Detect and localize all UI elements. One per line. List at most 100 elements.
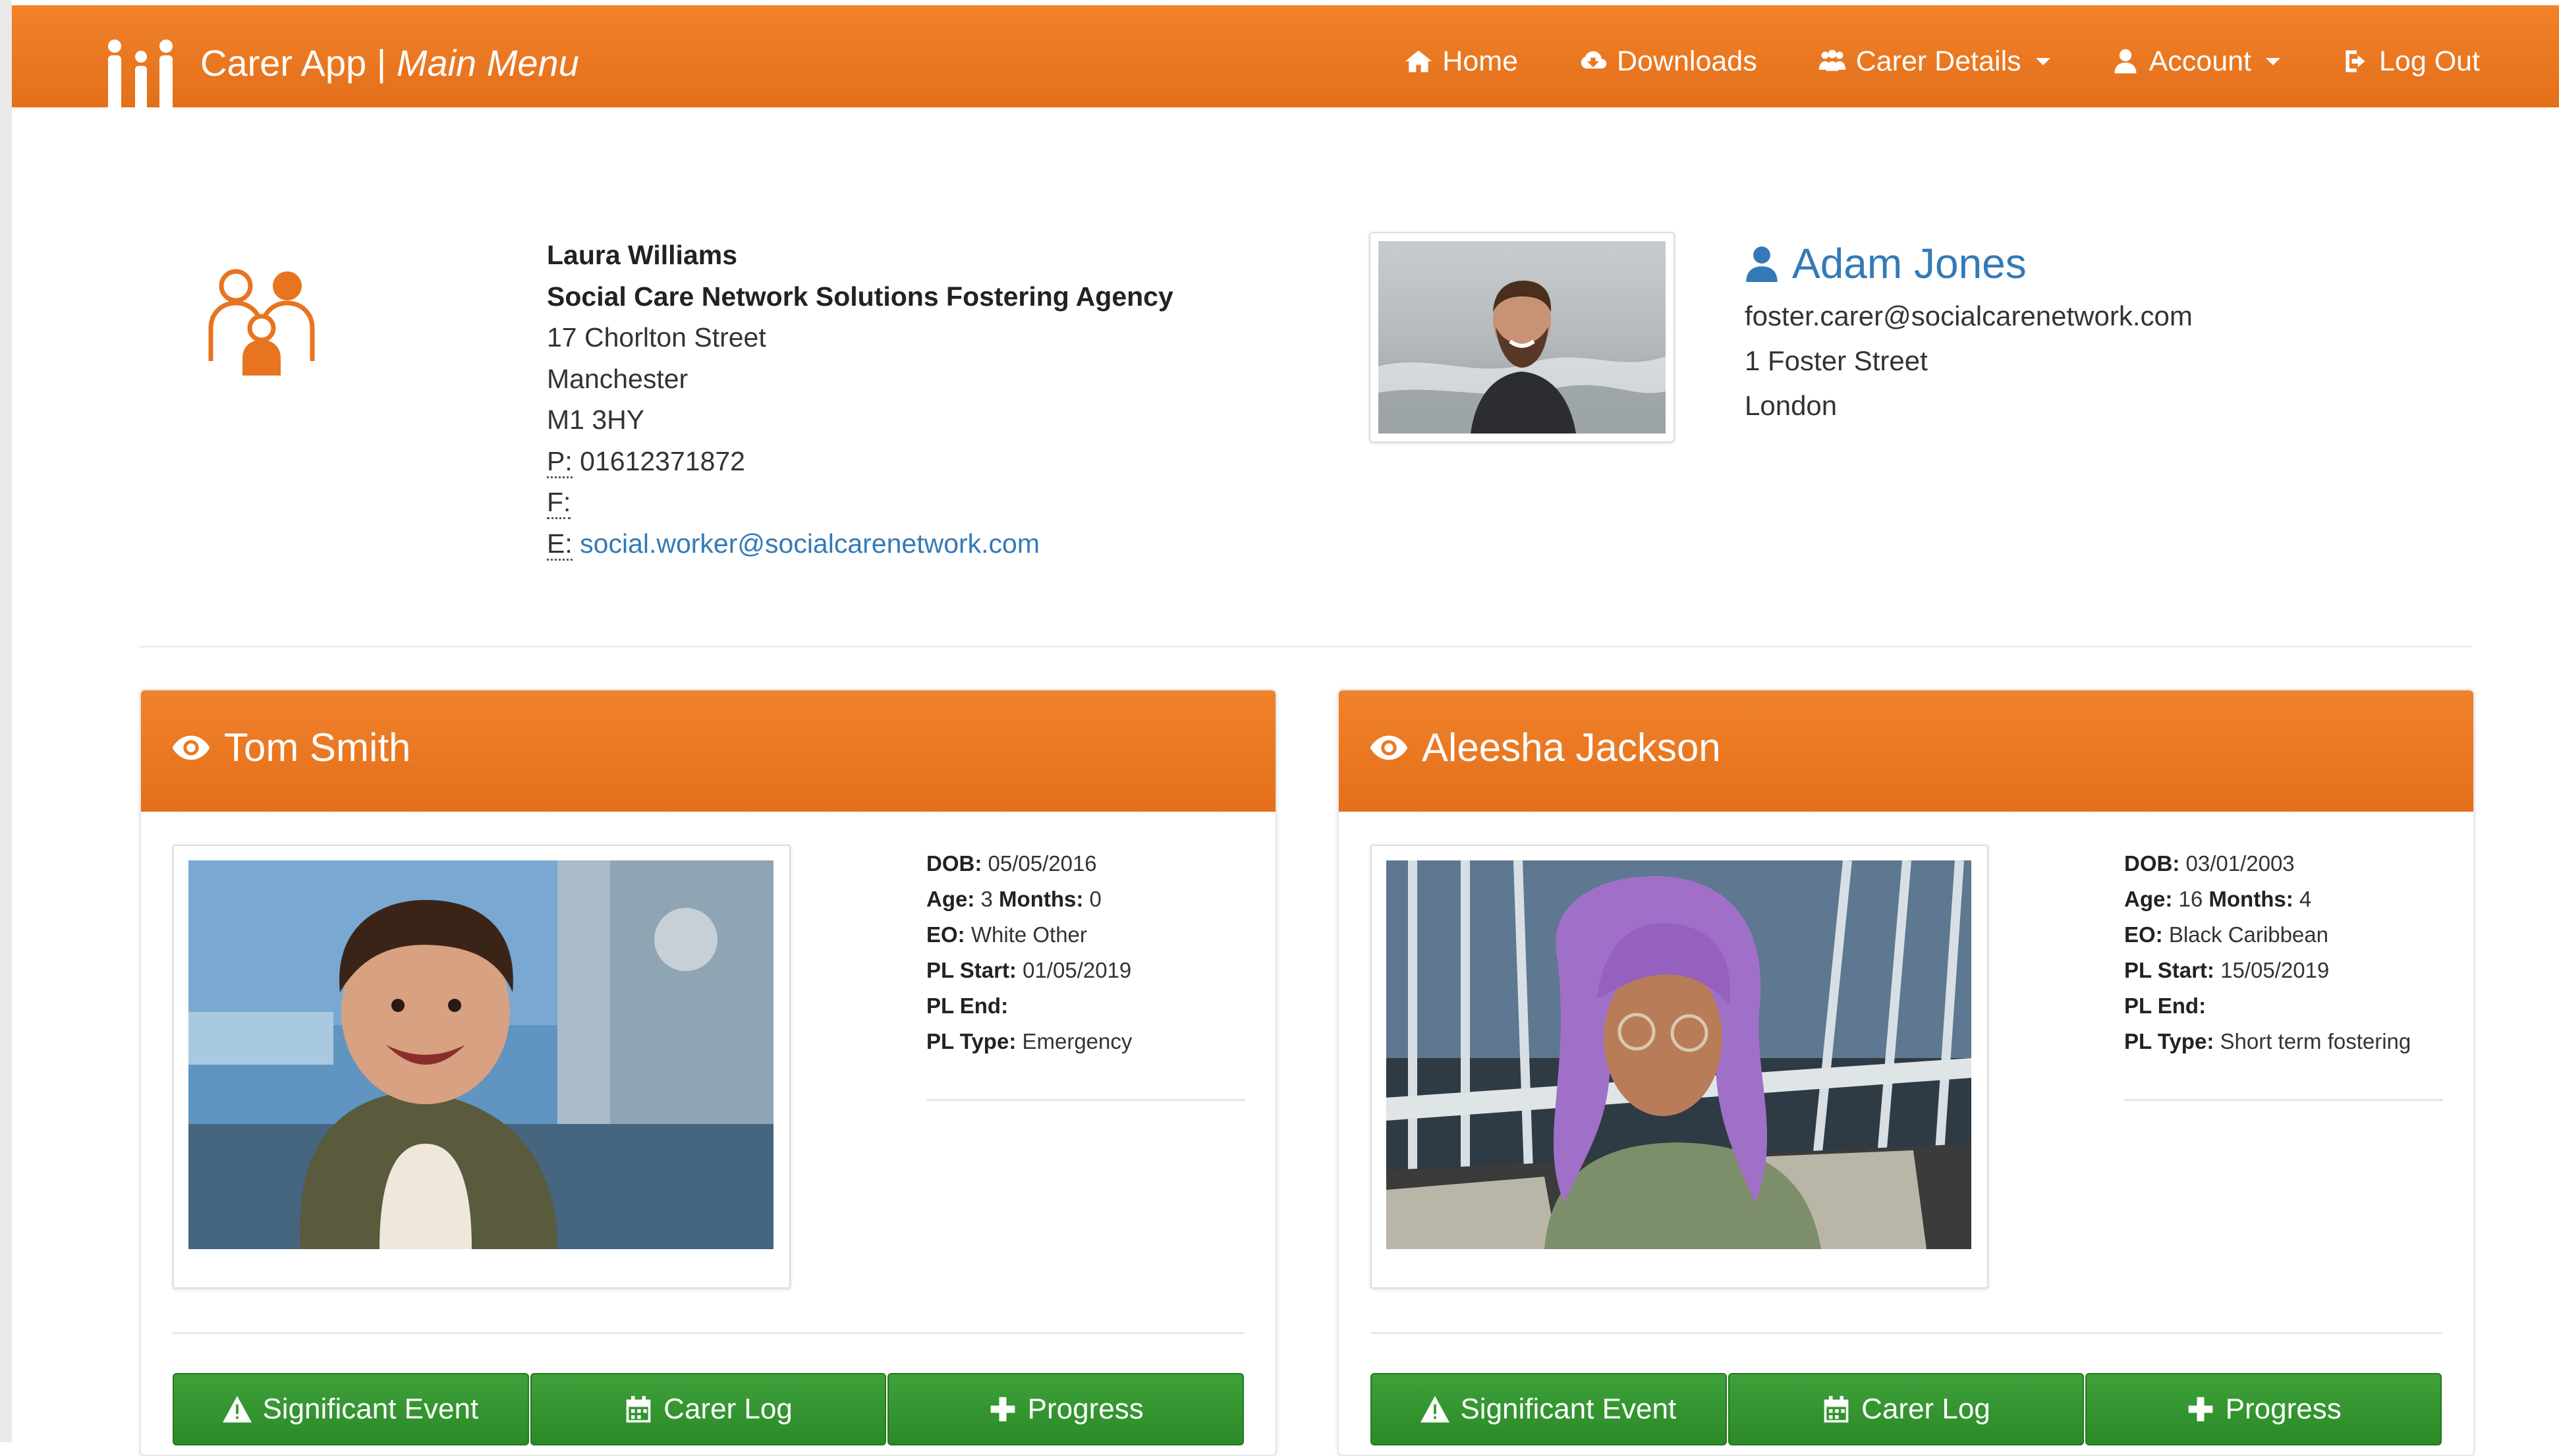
pl-start-value: 01/05/2019 [1023,958,1132,982]
plus-icon [990,1397,1015,1422]
pl-start-row: PL Start: 15/05/2019 [2124,953,2411,988]
child-name: Aleesha Jackson [1422,725,1721,770]
nav-logout-label: Log Out [2379,45,2480,77]
carer-photo-image [1378,241,1666,434]
pl-type-value: Emergency [1022,1029,1133,1053]
age-value: 16 [2178,887,2203,911]
significant-event-button[interactable]: Significant Event [1370,1373,1727,1445]
nav-logout[interactable]: Log Out [2341,45,2480,78]
child-panel: Aleesha Jackson DOB: 03/01/2003 Age: 16 … [1337,689,2475,1456]
agency-family-logo-icon [208,269,315,376]
social-worker-contact: Laura Williams Social Care Network Solut… [547,235,1173,564]
pl-type-row: PL Type: Short term fostering [2124,1024,2411,1059]
eo-value: White Other [970,922,1087,947]
pl-end-row: PL End: [926,988,1132,1024]
pl-start-row: PL Start: 01/05/2019 [926,953,1132,988]
nav-downloads-label: Downloads [1616,45,1757,77]
age-row: Age: 16 Months: 4 [2124,882,2411,917]
users-icon [1818,49,1845,71]
details-divider [926,1099,1245,1101]
section-divider [140,646,2472,648]
nav-home[interactable]: Home [1404,45,1518,78]
app-brand[interactable]: Carer App | Main Menu [200,38,579,88]
carer-name-row[interactable]: Adam Jones [1745,237,2193,290]
child-view-link[interactable]: Tom Smith [171,725,410,770]
logout-icon [2346,50,2365,72]
nav-menu: Home Downloads Carer Details Account Log… [1404,38,2480,84]
nav-account-dropdown[interactable]: Account [2111,45,2280,78]
child-details: DOB: 05/05/2016 Age: 3 Months: 0 EO: Whi… [926,846,1132,1059]
child-name: Tom Smith [224,725,411,770]
child-photo-image [1386,860,1971,1249]
panel-divider [1370,1332,2442,1334]
child-view-link[interactable]: Aleesha Jackson [1369,725,1721,770]
carer-log-label: Carer Log [1861,1393,1990,1425]
carer-info: Adam Jones foster.carer@socialcarenetwor… [1745,237,2193,428]
significant-event-button[interactable]: Significant Event [173,1373,529,1445]
months-label: Months: [2208,887,2293,911]
carer-street: 1 Foster Street [1745,345,1928,376]
page-subtitle: Main Menu [396,42,579,84]
carer-photo [1369,232,1675,443]
carer-email: foster.carer@socialcarenetwork.com [1745,300,2193,331]
email-label: E: [547,528,573,561]
nav-carer-details-label: Carer Details [1855,45,2021,77]
pl-type-label: PL Type: [2124,1029,2214,1053]
months-label: Months: [999,887,1084,911]
top-navbar: Carer App | Main Menu Home Downloads Car… [12,5,2559,111]
window-edge [0,0,12,1442]
agency-phone: 01612371872 [580,445,745,476]
progress-label: Progress [1027,1393,1144,1425]
agency-fax-row: F: [547,482,1173,523]
home-icon [1405,50,1432,72]
pl-end-row: PL End: [2124,988,2411,1024]
age-label: Age: [926,887,975,911]
pl-type-value: Short term fostering [2220,1029,2411,1053]
nav-carer-details-dropdown[interactable]: Carer Details [1818,45,2050,78]
eye-icon [172,735,210,760]
agency-email-link[interactable]: social.worker@socialcarenetwork.com [580,528,1040,559]
pl-start-value: 15/05/2019 [2220,958,2330,982]
significant-event-label: Significant Event [1460,1393,1677,1425]
eo-label: EO: [2124,922,2163,947]
child-action-buttons: Significant Event Carer Log Progress [173,1373,1245,1445]
carer-log-button[interactable]: Carer Log [530,1373,887,1445]
dob-row: DOB: 05/05/2016 [926,846,1132,882]
agency-email-row: E: social.worker@socialcarenetwork.com [547,523,1173,565]
child-panel: Tom Smith DOB: 05/05/2016 Age: 3 Months:… [140,689,1277,1456]
agency-phone-row: P: 01612371872 [547,441,1173,482]
details-divider [2124,1099,2443,1101]
eye-icon [1370,735,1408,760]
dob-value: 05/05/2016 [988,851,1097,876]
progress-button[interactable]: Progress [887,1373,1245,1445]
warning-icon [1420,1395,1450,1423]
nav-downloads[interactable]: Downloads [1579,45,1757,78]
eo-label: EO: [926,922,965,947]
nav-account-label: Account [2149,45,2251,77]
child-action-buttons: Significant Event Carer Log Progress [1370,1373,2442,1445]
eo-row: EO: Black Caribbean [2124,917,2411,953]
panel-divider [173,1332,1244,1334]
family-logo-icon[interactable] [104,38,177,111]
child-panel-header: Tom Smith [141,690,1276,812]
carer-city: London [1745,390,1838,421]
eo-value: Black Caribbean [2168,922,2328,947]
calendar-icon [626,1395,651,1423]
child-panel-header: Aleesha Jackson [1339,690,2473,812]
plus-icon [2188,1397,2212,1422]
pl-start-label: PL Start: [926,958,1017,982]
carer-log-label: Carer Log [663,1393,793,1425]
title-separator: | [376,42,387,84]
dob-label: DOB: [2124,851,2180,876]
age-label: Age: [2124,887,2173,911]
pl-end-label: PL End: [926,994,1009,1018]
app-title: Carer App [200,42,367,84]
carer-log-button[interactable]: Carer Log [1728,1373,2085,1445]
dob-row: DOB: 03/01/2003 [2124,846,2411,882]
child-photo [1370,845,1988,1289]
progress-button[interactable]: Progress [2085,1373,2442,1445]
chevron-down-icon [2266,57,2280,65]
child-photo [173,845,791,1289]
user-icon [2114,49,2137,74]
child-photo-image [188,860,773,1249]
